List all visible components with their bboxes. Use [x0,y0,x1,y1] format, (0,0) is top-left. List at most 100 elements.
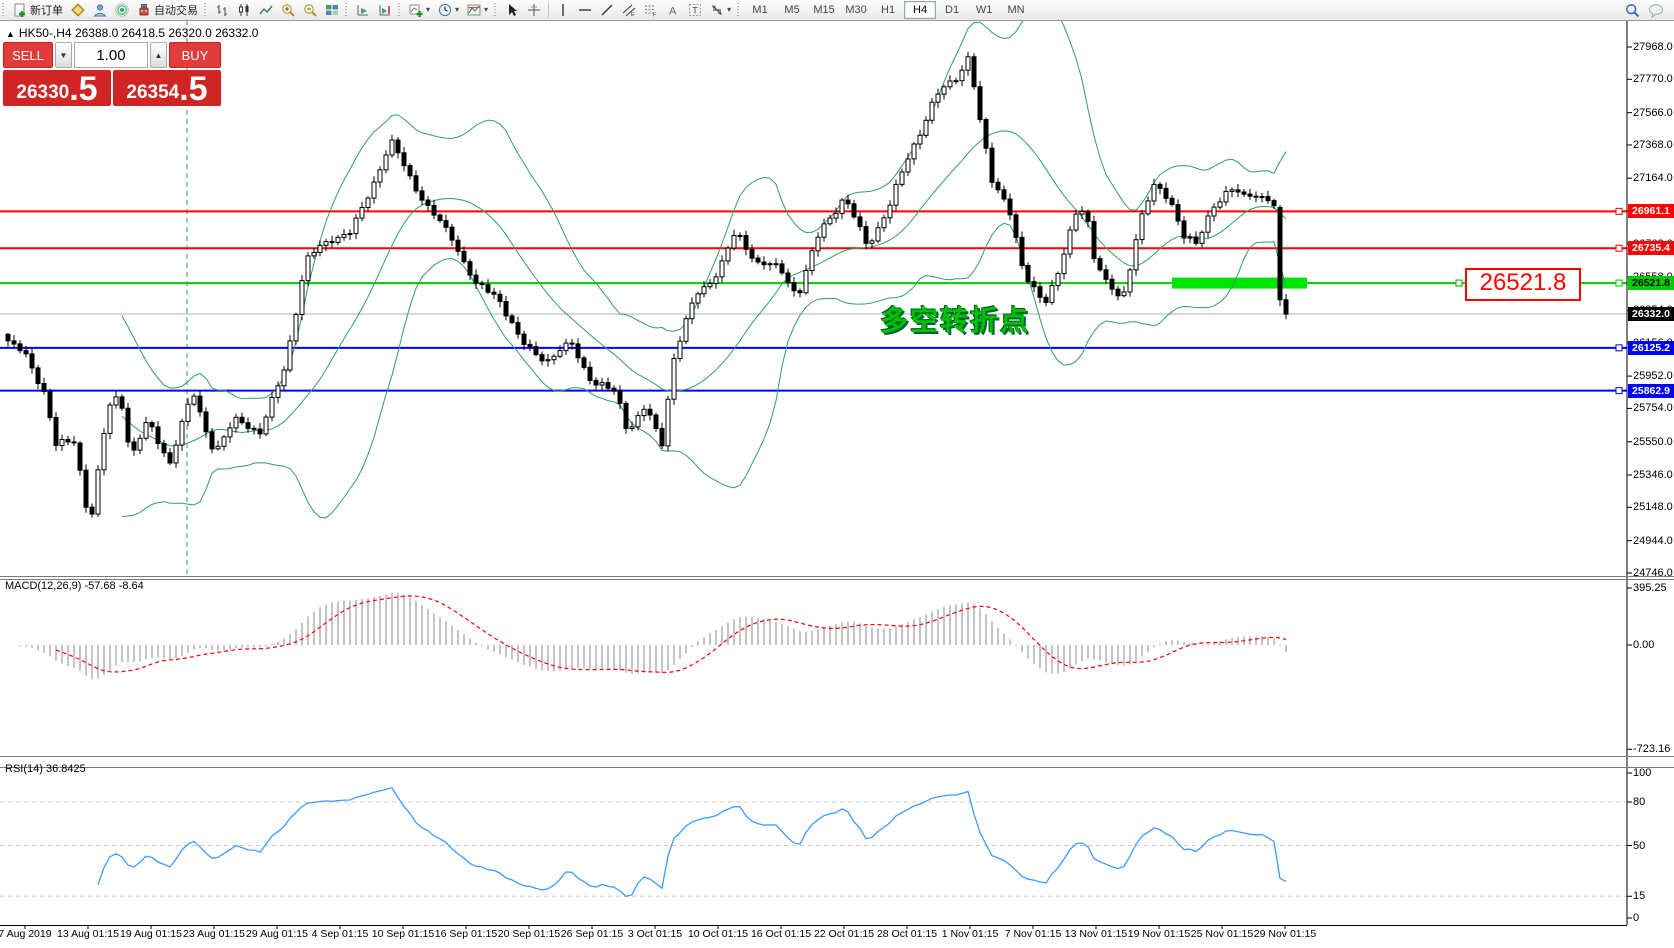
timeframe-button-H4[interactable]: H4 [904,1,937,19]
periods-clock-icon [438,3,452,17]
horizontal-line-tool-button[interactable] [574,0,596,20]
date-tick-label: 23 Aug 01:15 [183,928,245,940]
autotrade-label: 自动交易 [154,5,198,17]
arrows-icon [712,5,723,15]
toolbar-grip[interactable] [2,3,7,17]
chart-shift-button[interactable] [374,0,396,20]
price-tick-label: 27368.0 [1633,138,1673,151]
label-tool-button[interactable]: T [684,0,706,20]
arrows-tool-button[interactable]: ▾ [706,0,735,20]
vertical-line-tool-button[interactable] [552,0,574,20]
indicators-button[interactable]: ▾ [405,0,434,20]
horizontal-line-icon [579,9,592,11]
date-tick-label: 19 Nov 01:15 [1127,928,1191,940]
timeframe-button-M1[interactable]: M1 [744,1,776,19]
macd-pane-label: MACD(12,26,9) -57.68 -8.64 [5,580,144,592]
trendline-icon [601,4,613,16]
text-tool-button[interactable]: A [662,0,684,20]
timeframe-button-M30[interactable]: M30 [840,1,872,19]
volume-decrease-button[interactable]: ▼ [55,42,72,68]
toolbar-grip[interactable] [398,3,403,17]
rsi-pane-label: RSI(14) 36.8425 [5,763,86,775]
toolbar-grip[interactable] [737,3,743,17]
price-level-tag: 26125.2 [1628,340,1674,355]
crosshair-tool-button[interactable] [523,0,545,20]
signals-button[interactable] [111,0,133,20]
candlestick-chart-button[interactable] [233,0,255,20]
price-level-tag: 25862.9 [1628,383,1674,398]
timeframe-button-W1[interactable]: W1 [968,1,1000,19]
buy-button[interactable]: BUY [169,42,221,68]
trendline-tool-button[interactable] [596,0,618,20]
cursor-icon [509,4,518,16]
sell-price-display[interactable]: 26330.5 [3,70,111,106]
periods-button[interactable]: ▾ [434,0,463,20]
date-tick-label: 7 Nov 01:15 [1004,928,1062,940]
templates-button[interactable]: ▾ [463,0,492,20]
sell-price-frac: .5 [69,70,98,109]
candles [5,51,1289,518]
toolbar-grip[interactable] [204,3,209,17]
buy-price-display[interactable]: 26354.5 [113,70,221,106]
sell-price-main: 26330 [16,82,70,103]
metaeditor-icon [71,3,85,17]
toolbar-grip[interactable] [345,3,350,17]
toolbar-separator [548,2,550,18]
bb-lower [121,222,1287,519]
chart-annotation-text[interactable]: 多空转折点 [880,299,1030,339]
autotrade-button[interactable]: 自动交易 [133,0,202,20]
one-click-toggle-icon[interactable]: ▲ [6,29,15,39]
hline-handle [1615,207,1623,215]
volume-increase-button[interactable]: ▲ [150,42,167,68]
bar-chart-button[interactable] [211,0,233,20]
hline-handle [1615,344,1623,352]
line-chart-icon [259,5,273,15]
community-button[interactable] [89,0,111,20]
timeframe-button-M5[interactable]: M5 [776,1,808,19]
timeframe-button-D1[interactable]: D1 [936,1,968,19]
symbol-period-label: HK50-,H4 [18,26,72,40]
metaeditor-button[interactable] [67,0,89,20]
indicators-icon [409,4,423,17]
autotrade-icon [139,4,149,16]
price-tick-label: 27566.0 [1633,106,1673,119]
new-order-icon [14,3,25,17]
date-tick-label: 16 Oct 01:15 [750,928,812,940]
community-icon [93,4,107,17]
volume-input[interactable]: 1.00 [74,42,148,68]
current-price-tag: 26332.0 [1628,307,1674,322]
chart-ohlc-header: ▲ HK50-,H4 26388.0 26418.5 26320.0 26332.… [6,26,258,40]
timeframe-button-M15[interactable]: M15 [808,1,840,19]
date-tick-label: 29 Nov 01:15 [1253,928,1317,940]
line-chart-button[interactable] [255,0,277,20]
date-tick-label: 29 Aug 01:15 [246,928,308,940]
price-tick-label: 25754.0 [1633,402,1673,415]
fibonacci-tool-button[interactable]: F [640,0,662,20]
equidistant-channel-tool-button[interactable]: E [618,0,640,20]
date-tick-label: 10 Sep 01:15 [371,928,435,940]
cursor-tool-button[interactable] [501,0,523,20]
date-tick-label: 25 Nov 01:15 [1190,928,1254,940]
one-click-trade-panel: SELL ▼ 1.00 ▲ BUY 26330.5 26354.5 [3,42,221,106]
auto-scroll-button[interactable] [352,0,374,20]
date-tick-label: 13 Nov 01:15 [1064,928,1128,940]
tile-windows-button[interactable] [321,0,343,20]
price-tick-label: 27770.0 [1633,73,1673,86]
search-button[interactable] [1621,0,1644,20]
toolbar-grip[interactable] [494,3,500,17]
dropdown-caret-icon: ▾ [426,5,431,14]
new-order-button[interactable]: 新订单 [9,0,67,20]
zoom-in-button[interactable] [277,0,299,20]
zoom-out-button[interactable] [299,0,321,20]
date-tick-label: 3 Oct 01:15 [627,928,683,940]
timeframe-button-MN[interactable]: MN [1000,1,1032,19]
bar-chart-icon [217,5,227,16]
price-callout-box[interactable]: 26521.8 [1465,268,1581,301]
sell-button[interactable]: SELL [3,42,53,68]
trade-panel-controls: SELL ▼ 1.00 ▲ BUY [3,42,221,68]
trade-panel-prices: 26330.5 26354.5 [3,70,221,106]
chat-button[interactable] [1644,0,1668,20]
timeframe-button-H1[interactable]: H1 [872,1,904,19]
dropdown-caret-icon: ▾ [727,5,732,14]
chart-canvas[interactable] [0,0,1674,948]
